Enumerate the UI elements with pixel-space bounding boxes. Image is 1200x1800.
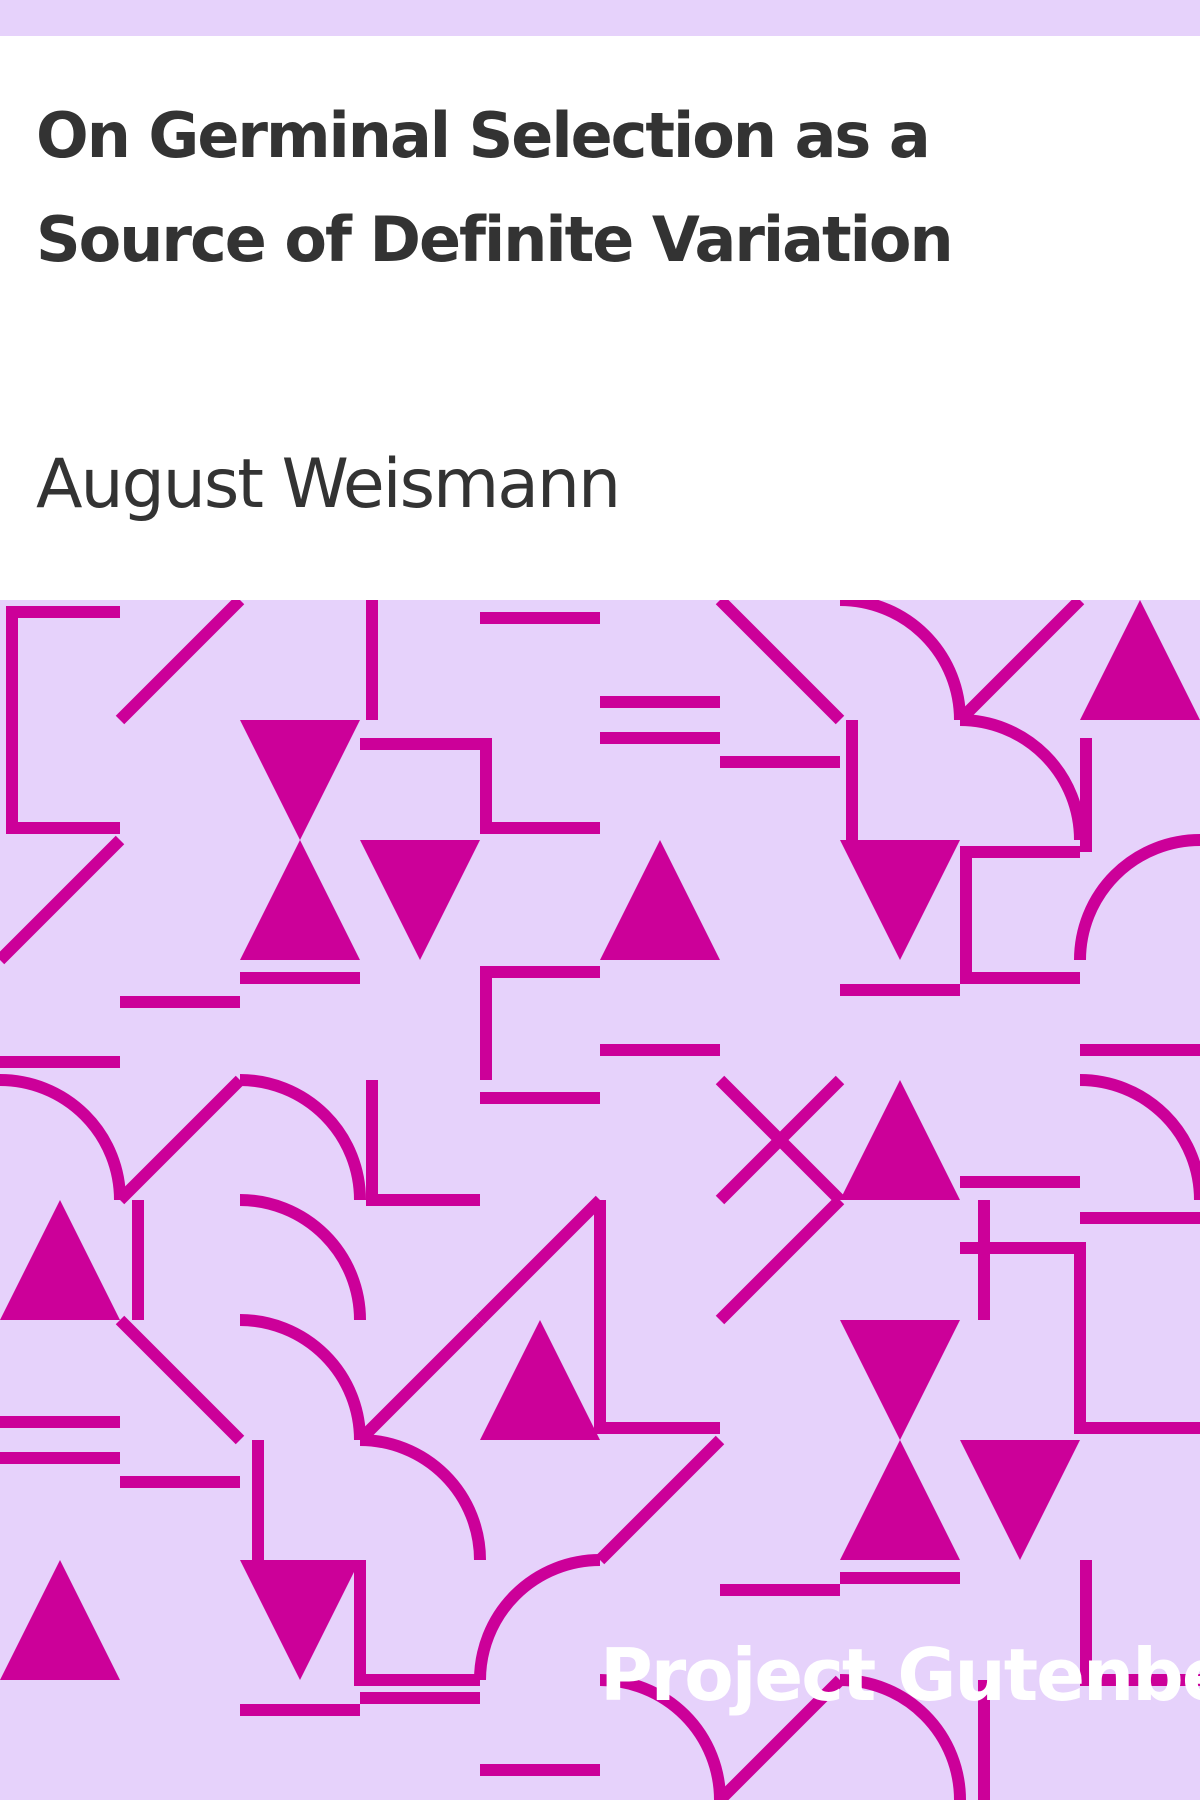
triangle-up xyxy=(600,840,720,960)
diagonal xyxy=(0,835,125,965)
triangle-down xyxy=(960,1440,1080,1560)
diagonal xyxy=(115,1075,245,1205)
arc xyxy=(239,1194,366,1321)
diagonal xyxy=(115,600,245,725)
book-author: August Weismann xyxy=(36,445,621,524)
arc xyxy=(839,600,966,721)
arc xyxy=(359,1434,486,1561)
arc xyxy=(1074,834,1200,961)
triangle-down xyxy=(840,840,960,960)
arc xyxy=(474,1554,601,1681)
bracket xyxy=(960,1242,1200,1434)
triangle-up xyxy=(480,1320,600,1440)
triangle-down xyxy=(240,1560,360,1680)
book-cover: On Germinal Selection as a Source of Def… xyxy=(0,0,1200,1800)
triangle-down xyxy=(840,1320,960,1440)
bracket xyxy=(480,966,600,1080)
diagonal xyxy=(955,600,1085,725)
diagonal xyxy=(715,1195,845,1325)
triangle-up xyxy=(1080,600,1200,720)
arc xyxy=(1079,1074,1200,1201)
triangle-up xyxy=(0,1560,120,1680)
triangle-up xyxy=(0,1200,120,1320)
triangle-up xyxy=(240,840,360,960)
top-band xyxy=(0,0,1200,36)
triangle-down xyxy=(360,840,480,960)
bracket xyxy=(6,606,120,834)
arc xyxy=(0,1074,126,1201)
arc xyxy=(959,714,1086,841)
diagonal xyxy=(595,1435,725,1565)
bracket xyxy=(354,1560,480,1686)
arc xyxy=(239,1314,366,1441)
arc xyxy=(239,1074,366,1201)
triangle-up xyxy=(840,1080,960,1200)
bracket xyxy=(366,1080,480,1206)
diagonal xyxy=(475,1195,605,1325)
book-title: On Germinal Selection as a Source of Def… xyxy=(36,99,954,276)
triangle-up xyxy=(840,1440,960,1560)
diagonal xyxy=(355,1315,485,1445)
bracket xyxy=(960,846,1080,972)
publisher-label: Project Gutenberg xyxy=(600,1633,1200,1717)
diagonal xyxy=(115,1315,245,1445)
triangle-down xyxy=(240,720,360,840)
bracket xyxy=(360,738,600,834)
bracket xyxy=(594,1200,720,1434)
diagonal xyxy=(715,600,845,725)
geometric-pattern xyxy=(0,600,1200,1800)
